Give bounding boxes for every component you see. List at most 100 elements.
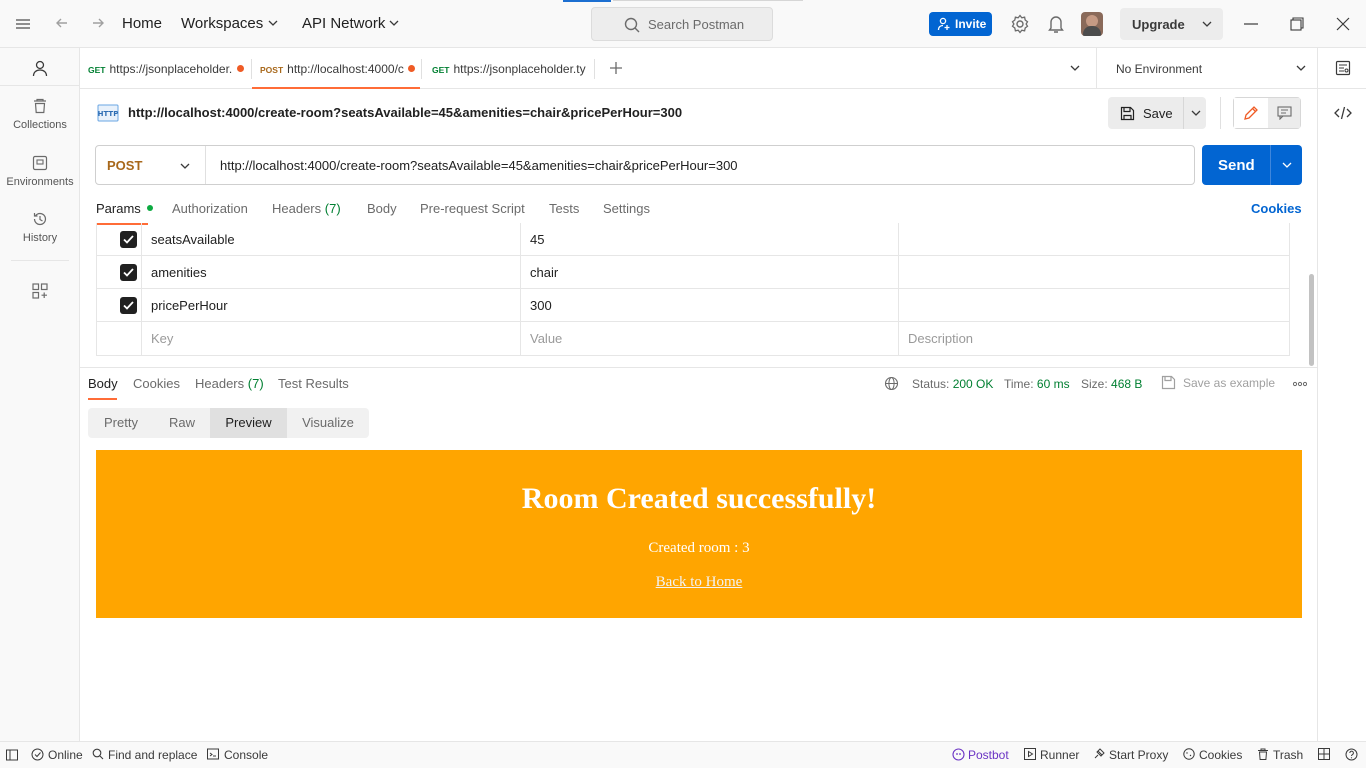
invite-label: Invite bbox=[955, 17, 987, 31]
request-title[interactable]: http://localhost:4000/create-room?seatsA… bbox=[128, 105, 682, 120]
param-checkbox[interactable] bbox=[120, 231, 137, 248]
edit-pencil-icon[interactable] bbox=[1234, 98, 1268, 128]
environment-quick-look-icon[interactable] bbox=[1335, 60, 1351, 76]
environment-selector[interactable]: No Environment bbox=[1097, 48, 1317, 89]
save-button[interactable]: Save bbox=[1108, 97, 1183, 129]
sidebar-item-collections[interactable]: Collections bbox=[0, 98, 80, 131]
send-button[interactable]: Send bbox=[1202, 145, 1302, 185]
divider bbox=[0, 85, 80, 86]
search-input[interactable]: Search Postman bbox=[591, 7, 773, 41]
divider bbox=[1220, 97, 1221, 129]
api-network-menu[interactable]: API Network bbox=[302, 15, 385, 32]
cookies-button[interactable]: Cookies bbox=[1199, 748, 1242, 762]
key-cell[interactable]: pricePerHour bbox=[142, 289, 521, 321]
response-status[interactable]: Status: 200 OK bbox=[912, 377, 993, 391]
chevron-down-icon bbox=[268, 19, 278, 27]
key-input[interactable]: Key bbox=[142, 322, 521, 355]
gear-icon[interactable] bbox=[1010, 14, 1030, 34]
tab-test-results[interactable]: Test Results bbox=[278, 376, 349, 391]
bell-icon[interactable] bbox=[1047, 14, 1065, 34]
sidebar-toggle-icon[interactable] bbox=[6, 749, 18, 761]
back-to-home-link[interactable]: Back to Home bbox=[96, 574, 1302, 591]
trash-button[interactable]: Trash bbox=[1273, 748, 1303, 762]
chevron-down-icon bbox=[1296, 64, 1306, 72]
method-select[interactable]: POST bbox=[96, 146, 206, 184]
code-icon[interactable] bbox=[1334, 105, 1352, 121]
tab-settings[interactable]: Settings bbox=[603, 201, 650, 216]
globe-icon[interactable] bbox=[884, 376, 899, 391]
invite-button[interactable]: Invite bbox=[929, 12, 992, 36]
value-cell[interactable]: 300 bbox=[521, 289, 899, 321]
status-label: Status: bbox=[912, 377, 950, 391]
tab-authorization[interactable]: Authorization bbox=[172, 201, 248, 216]
forward-arrow-icon[interactable] bbox=[90, 15, 106, 31]
value-placeholder: Value bbox=[530, 331, 563, 346]
value-input[interactable]: Value bbox=[521, 322, 899, 355]
avatar[interactable] bbox=[1081, 12, 1103, 36]
view-preview-button[interactable]: Preview bbox=[210, 408, 287, 438]
minimize-icon[interactable] bbox=[1244, 23, 1258, 25]
key-cell[interactable]: seatsAvailable bbox=[142, 223, 521, 255]
close-icon[interactable] bbox=[1336, 17, 1350, 31]
restore-icon[interactable] bbox=[1290, 17, 1304, 31]
save-as-example-button[interactable]: Save as example bbox=[1183, 376, 1275, 390]
param-value: 300 bbox=[530, 298, 552, 313]
chevron-down-icon[interactable] bbox=[1282, 161, 1292, 169]
request-tab[interactable]: GET https://jsonplaceholder. bbox=[88, 48, 248, 89]
table-row: seatsAvailable 45 bbox=[97, 223, 1289, 256]
view-pretty-button[interactable]: Pretty bbox=[88, 408, 154, 438]
description-input[interactable]: Description bbox=[899, 322, 1289, 355]
divider bbox=[613, 0, 803, 1]
new-tab-plus-icon[interactable] bbox=[609, 61, 623, 75]
request-tab-active[interactable]: POST http://localhost:4000/c bbox=[252, 48, 420, 89]
workspaces-menu[interactable]: Workspaces bbox=[181, 15, 263, 32]
start-proxy-button[interactable]: Start Proxy bbox=[1109, 748, 1168, 762]
view-raw-button[interactable]: Raw bbox=[154, 408, 210, 438]
param-checkbox[interactable] bbox=[120, 297, 137, 314]
response-size[interactable]: Size: 468 B bbox=[1081, 377, 1142, 391]
tab-body[interactable]: Body bbox=[367, 201, 397, 216]
tab-response-body[interactable]: Body bbox=[88, 376, 118, 391]
sidebar-item-environments[interactable]: Environments bbox=[0, 155, 80, 188]
sidebar-item-history[interactable]: History bbox=[0, 211, 80, 244]
url-input[interactable]: http://localhost:4000/create-room?seatsA… bbox=[220, 158, 738, 173]
response-time[interactable]: Time: 60 ms bbox=[1004, 377, 1070, 391]
postbot-button[interactable]: Postbot bbox=[968, 748, 1009, 762]
method-value: POST bbox=[107, 158, 143, 173]
back-arrow-icon[interactable] bbox=[54, 15, 70, 31]
value-cell[interactable]: chair bbox=[521, 256, 899, 288]
tab-prerequest-script[interactable]: Pre-request Script bbox=[420, 201, 525, 216]
user-icon[interactable] bbox=[31, 59, 49, 77]
preview-text: Created room : 3 bbox=[648, 540, 750, 556]
comment-icon[interactable] bbox=[1268, 98, 1300, 128]
view-visualize-button[interactable]: Visualize bbox=[287, 408, 369, 438]
tab-response-headers[interactable]: Headers (7) bbox=[195, 376, 264, 391]
tab-params[interactable]: Params bbox=[96, 201, 154, 216]
value-cell[interactable]: 45 bbox=[521, 223, 899, 255]
divider bbox=[1270, 145, 1271, 185]
scrollbar[interactable] bbox=[1309, 274, 1314, 366]
cookies-link[interactable]: Cookies bbox=[1251, 201, 1302, 216]
request-tab[interactable]: GET https://jsonplaceholder.ty bbox=[432, 48, 586, 89]
home-link[interactable]: Home bbox=[122, 15, 162, 32]
save-dropdown[interactable] bbox=[1183, 97, 1206, 129]
find-and-replace-button[interactable]: Find and replace bbox=[108, 748, 197, 762]
key-cell[interactable]: amenities bbox=[142, 256, 521, 288]
tab-tests[interactable]: Tests bbox=[549, 201, 579, 216]
runner-button[interactable]: Runner bbox=[1040, 748, 1079, 762]
hamburger-menu-icon[interactable] bbox=[14, 16, 32, 32]
tab-response-cookies[interactable]: Cookies bbox=[133, 376, 180, 391]
more-options-icon[interactable] bbox=[1293, 381, 1307, 387]
api-network-label: API Network bbox=[302, 15, 386, 32]
online-status[interactable]: Online bbox=[48, 748, 83, 762]
tabs-overflow-chevron-icon[interactable] bbox=[1070, 64, 1080, 72]
console-button[interactable]: Console bbox=[224, 748, 268, 762]
tab-headers[interactable]: Headers (7) bbox=[272, 201, 341, 216]
help-icon[interactable] bbox=[1345, 748, 1358, 761]
params-table: seatsAvailable 45 amenities chair priceP… bbox=[96, 223, 1290, 356]
preview-heading: Room Created successfully! bbox=[521, 482, 877, 515]
upgrade-button[interactable]: Upgrade bbox=[1120, 8, 1223, 40]
add-apps-icon[interactable] bbox=[32, 283, 48, 299]
param-checkbox[interactable] bbox=[120, 264, 137, 281]
layout-icon[interactable] bbox=[1318, 748, 1330, 760]
